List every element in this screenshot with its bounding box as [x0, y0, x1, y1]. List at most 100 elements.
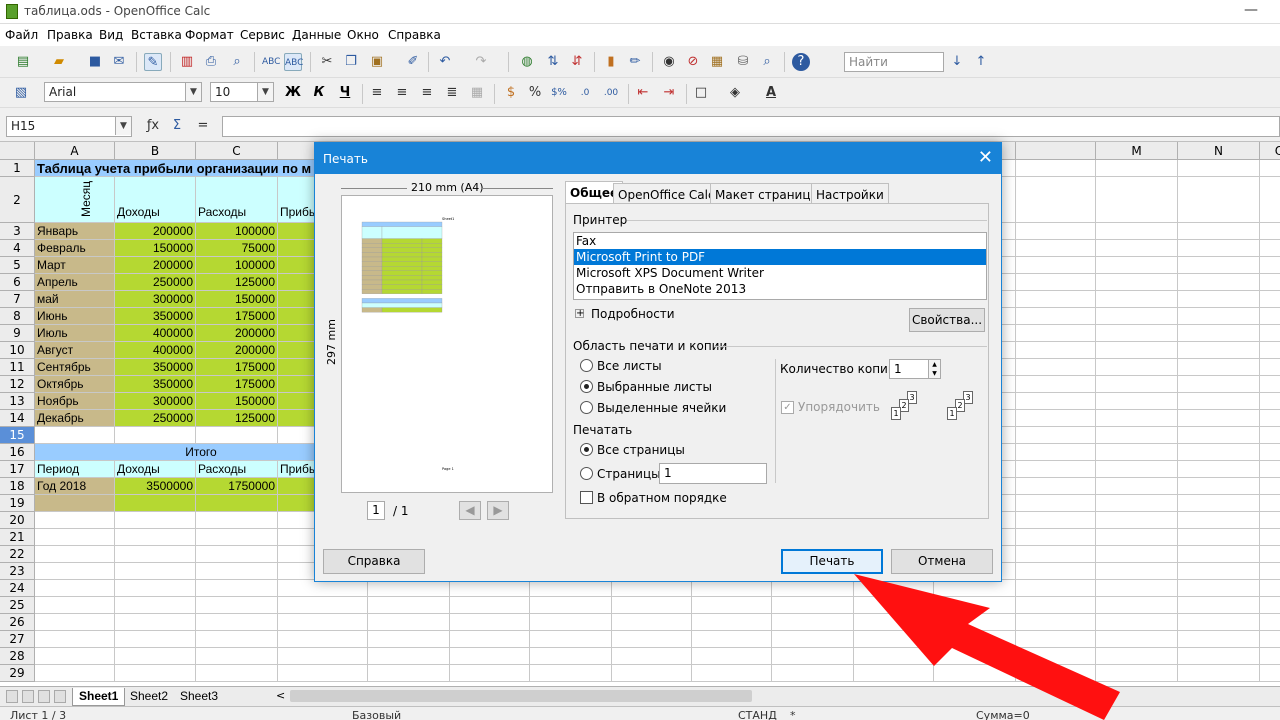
printer-item[interactable]: Microsoft XPS Document Writer	[574, 265, 986, 281]
grid-cell[interactable]	[368, 614, 450, 631]
grid-cell[interactable]	[1016, 223, 1096, 240]
income-cell[interactable]: 200000	[115, 257, 196, 274]
grid-cell[interactable]	[1096, 393, 1178, 410]
grid-cell[interactable]	[1260, 177, 1280, 223]
menu-tools[interactable]: Сервис	[240, 28, 285, 42]
function-wizard-icon[interactable]: ƒx	[144, 117, 162, 135]
grid-cell[interactable]	[1178, 631, 1260, 648]
redo-icon[interactable]: ↷	[472, 53, 490, 71]
month-name-cell[interactable]: Декабрь	[35, 410, 115, 427]
period-label-cell[interactable]: Период	[35, 461, 115, 478]
header-expense-cell[interactable]: Расходы	[196, 177, 278, 223]
row-header[interactable]: 20	[0, 512, 35, 529]
grid-cell[interactable]	[35, 529, 115, 546]
grid-cell[interactable]	[196, 631, 278, 648]
grid-cell[interactable]	[1260, 461, 1280, 478]
grid-cell[interactable]	[35, 648, 115, 665]
font-color-icon[interactable]: A	[762, 84, 780, 102]
row-header[interactable]: 7	[0, 291, 35, 308]
grid-cell[interactable]	[1096, 274, 1178, 291]
grid-cell[interactable]	[115, 563, 196, 580]
email-icon[interactable]: ✉	[110, 53, 128, 71]
grid-cell[interactable]	[1096, 160, 1178, 177]
grid-cell[interactable]	[115, 546, 196, 563]
expense-cell[interactable]: 200000	[196, 325, 278, 342]
grid-cell[interactable]	[1096, 478, 1178, 495]
month-name-cell[interactable]: май	[35, 291, 115, 308]
export-pdf-icon[interactable]: ▥	[178, 53, 196, 71]
grid-cell[interactable]	[1178, 546, 1260, 563]
grid-cell[interactable]	[1178, 393, 1260, 410]
grid-cell[interactable]	[1016, 274, 1096, 291]
income-cell[interactable]: 400000	[115, 325, 196, 342]
grid-cell[interactable]	[1016, 444, 1096, 461]
grid-cell[interactable]	[115, 614, 196, 631]
delete-decimal-icon[interactable]: .00	[602, 84, 620, 102]
tab-calc[interactable]: OpenOffice Calc	[613, 183, 720, 205]
expense-cell[interactable]: 125000	[196, 274, 278, 291]
expense-cell[interactable]: 100000	[196, 257, 278, 274]
merge-cells-icon[interactable]: ▦	[468, 84, 486, 102]
row-header[interactable]: 3	[0, 223, 35, 240]
grid-cell[interactable]	[1016, 478, 1096, 495]
grid-cell[interactable]	[530, 648, 612, 665]
sheet-tab-2[interactable]: Sheet2	[124, 688, 174, 706]
grid-cell[interactable]	[196, 665, 278, 682]
find-input[interactable]: Найти	[844, 52, 944, 72]
grid-cell[interactable]	[1016, 376, 1096, 393]
undo-icon[interactable]: ↶	[436, 53, 454, 71]
grid-cell[interactable]	[1178, 342, 1260, 359]
grid-cell[interactable]	[1178, 648, 1260, 665]
grid-cell[interactable]	[35, 614, 115, 631]
all-sheets-radio[interactable]	[580, 359, 593, 372]
expense-cell[interactable]: 125000	[196, 410, 278, 427]
cut-icon[interactable]: ✂	[318, 53, 336, 71]
help-button[interactable]: Справка	[323, 549, 425, 574]
pages-radio[interactable]	[580, 467, 593, 480]
grid-cell[interactable]	[35, 597, 115, 614]
grid-cell[interactable]	[35, 665, 115, 682]
row-header[interactable]: 12	[0, 376, 35, 393]
column-header[interactable]: B	[115, 142, 196, 160]
menu-window[interactable]: Окно	[347, 28, 379, 42]
grid-cell[interactable]	[692, 648, 772, 665]
last-sheet-icon[interactable]	[54, 690, 66, 703]
grid-cell[interactable]	[35, 631, 115, 648]
grid-cell[interactable]	[1178, 274, 1260, 291]
row-header[interactable]: 22	[0, 546, 35, 563]
row19-b-cell[interactable]	[115, 495, 196, 512]
grid-cell[interactable]	[35, 580, 115, 597]
grid-cell[interactable]	[1178, 427, 1260, 444]
font-size-select[interactable]: 10 ▼	[210, 82, 274, 102]
grid-cell[interactable]	[1178, 308, 1260, 325]
grid-cell[interactable]	[1096, 427, 1178, 444]
row-header[interactable]: 9	[0, 325, 35, 342]
bold-button[interactable]: Ж	[284, 84, 302, 102]
grid-cell[interactable]	[1260, 240, 1280, 257]
month-name-cell[interactable]: Август	[35, 342, 115, 359]
income-cell[interactable]: 350000	[115, 308, 196, 325]
percent-icon[interactable]: %	[526, 84, 544, 102]
previous-page-button[interactable]: ◀	[459, 501, 481, 520]
grid-cell[interactable]	[450, 580, 530, 597]
close-icon[interactable]: ✕	[978, 147, 993, 168]
selected-cells-radio[interactable]	[580, 401, 593, 414]
row-header[interactable]: 1	[0, 160, 35, 177]
grid-cell[interactable]	[1096, 240, 1178, 257]
grid-cell[interactable]	[1260, 546, 1280, 563]
styles-icon[interactable]: ▧	[12, 84, 30, 102]
grid-cell[interactable]	[1016, 546, 1096, 563]
grid-cell[interactable]	[1260, 410, 1280, 427]
grid-cell[interactable]	[1178, 597, 1260, 614]
menu-data[interactable]: Данные	[292, 28, 341, 42]
standard-format-icon[interactable]: $%	[550, 84, 568, 102]
expense-cell[interactable]: 200000	[196, 342, 278, 359]
new-document-icon[interactable]: ▤	[14, 53, 32, 71]
grid-cell[interactable]	[1096, 376, 1178, 393]
row-header[interactable]: 6	[0, 274, 35, 291]
month-name-cell[interactable]: Июль	[35, 325, 115, 342]
grid-cell[interactable]	[1260, 257, 1280, 274]
grid-cell[interactable]	[612, 580, 692, 597]
grid-cell[interactable]	[1178, 160, 1260, 177]
grid-cell[interactable]	[35, 512, 115, 529]
